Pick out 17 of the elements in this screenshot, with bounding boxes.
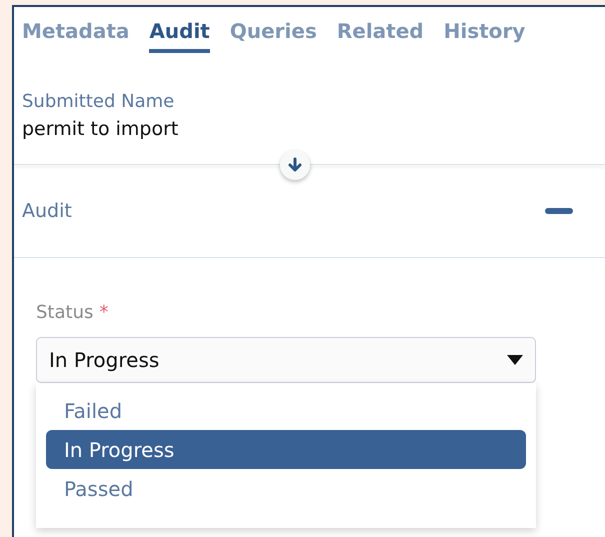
tab[interactable]: Metadata [22,19,130,53]
scroll-down-button[interactable] [280,150,310,180]
field-label: Submitted Name [22,91,176,112]
tab[interactable]: Queries [230,19,317,53]
arrow-down-icon [287,157,303,173]
dropdown-option[interactable]: In Progress [46,430,526,469]
dropdown-option[interactable]: Failed [46,391,526,430]
dropdown-option[interactable]: Passed [46,469,526,508]
status-dropdown[interactable]: In Progress [36,337,536,383]
tab[interactable]: Audit [149,19,210,53]
field-value: permit to import [22,118,180,140]
field-label: Status [36,302,94,323]
tab[interactable]: History [444,19,526,53]
tab[interactable]: Related [336,19,424,53]
section-title: Audit [22,200,72,222]
caret-icon [507,355,523,365]
required-mark: * [99,302,108,323]
